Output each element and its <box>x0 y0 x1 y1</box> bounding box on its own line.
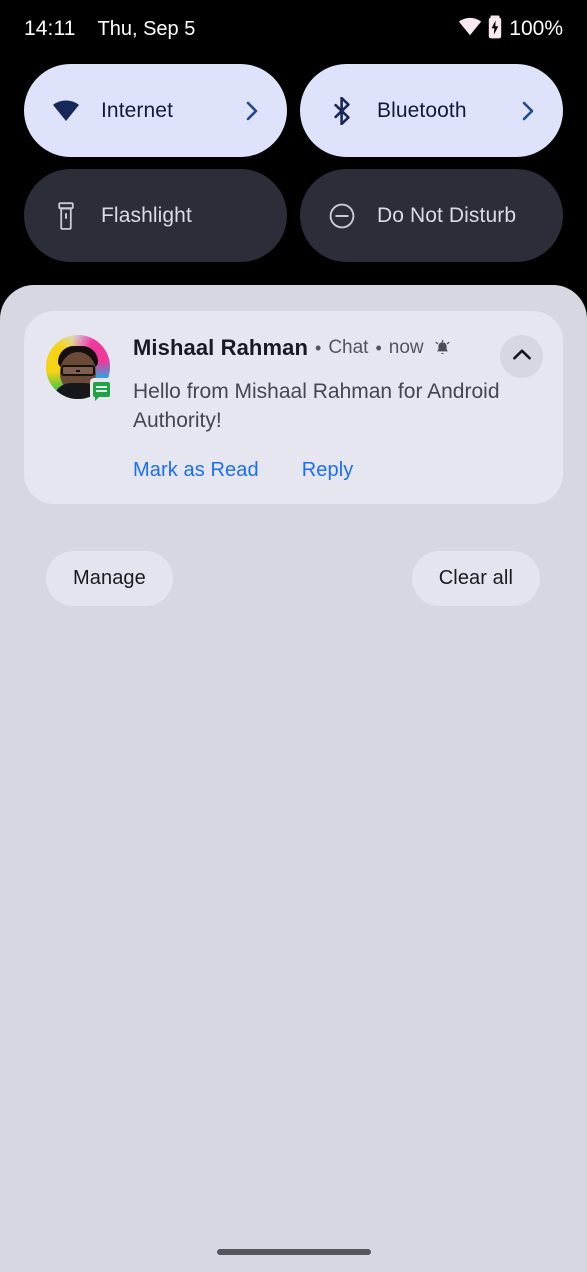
shade-footer: Manage Clear all <box>46 551 540 606</box>
do-not-disturb-icon <box>328 202 356 230</box>
status-bar: 14:11 Thu, Sep 5 100% <box>0 0 587 58</box>
notification-time: now <box>388 337 424 358</box>
flashlight-icon <box>52 201 80 230</box>
avatar <box>46 335 112 401</box>
notification-message: Hello from Mishaal Rahman for Android Au… <box>133 380 500 432</box>
notification-shade: Mishaal Rahman • Chat • now Hello from M… <box>0 285 587 1272</box>
notification-sender: Mishaal Rahman <box>133 335 309 360</box>
manage-button[interactable]: Manage <box>46 551 173 606</box>
wifi-icon <box>52 97 80 125</box>
status-clock: 14:11 <box>24 17 76 40</box>
quick-settings-tiles: Internet Bluetooth Flashlight Do Not Dis… <box>24 64 563 262</box>
status-date: Thu, Sep 5 <box>97 18 196 40</box>
phone-screen: 14:11 Thu, Sep 5 100% Internet Bluetooth… <box>0 0 587 1272</box>
status-bar-left: 14:11 Thu, Sep 5 <box>24 17 195 41</box>
battery-percentage: 100% <box>509 17 563 40</box>
chevron-right-icon[interactable] <box>519 101 537 120</box>
chevron-right-icon[interactable] <box>243 101 261 120</box>
notification-content-row: Mishaal Rahman • Chat • now Hello from M… <box>46 333 543 482</box>
qs-tile-label: Do Not Disturb <box>377 203 517 227</box>
qs-tile-flashlight[interactable]: Flashlight <box>24 169 287 262</box>
qs-tile-label: Internet <box>101 98 174 122</box>
mark-as-read-button[interactable]: Mark as Read <box>133 459 259 482</box>
status-bar-right: 100% <box>458 15 563 44</box>
clear-all-button[interactable]: Clear all <box>411 551 540 606</box>
qs-tile-bluetooth[interactable]: Bluetooth <box>300 64 563 157</box>
notification-body: Mishaal Rahman • Chat • now Hello from M… <box>133 333 543 482</box>
qs-tile-label: Bluetooth <box>377 98 467 122</box>
qs-tile-internet[interactable]: Internet <box>24 64 287 157</box>
notification-separator: • <box>375 337 382 358</box>
qs-tile-label: Flashlight <box>101 203 192 227</box>
collapse-notification-button[interactable] <box>500 335 543 378</box>
bluetooth-icon <box>328 96 356 125</box>
notification-separator: • <box>315 337 322 358</box>
notification-actions: Mark as Read Reply <box>133 459 543 482</box>
reply-button[interactable]: Reply <box>302 459 354 482</box>
notification-channel: Chat <box>328 337 369 358</box>
gesture-nav-handle[interactable] <box>216 1249 371 1255</box>
bell-ringing-icon <box>433 339 452 358</box>
message-bubble-icon <box>90 378 112 401</box>
notification-card[interactable]: Mishaal Rahman • Chat • now Hello from M… <box>24 311 563 504</box>
battery-charging-icon <box>488 15 502 44</box>
wifi-icon <box>458 17 482 41</box>
qs-tile-do-not-disturb[interactable]: Do Not Disturb <box>300 169 563 262</box>
chevron-up-icon <box>512 348 532 366</box>
notification-header: Mishaal Rahman • Chat • now <box>133 333 543 363</box>
